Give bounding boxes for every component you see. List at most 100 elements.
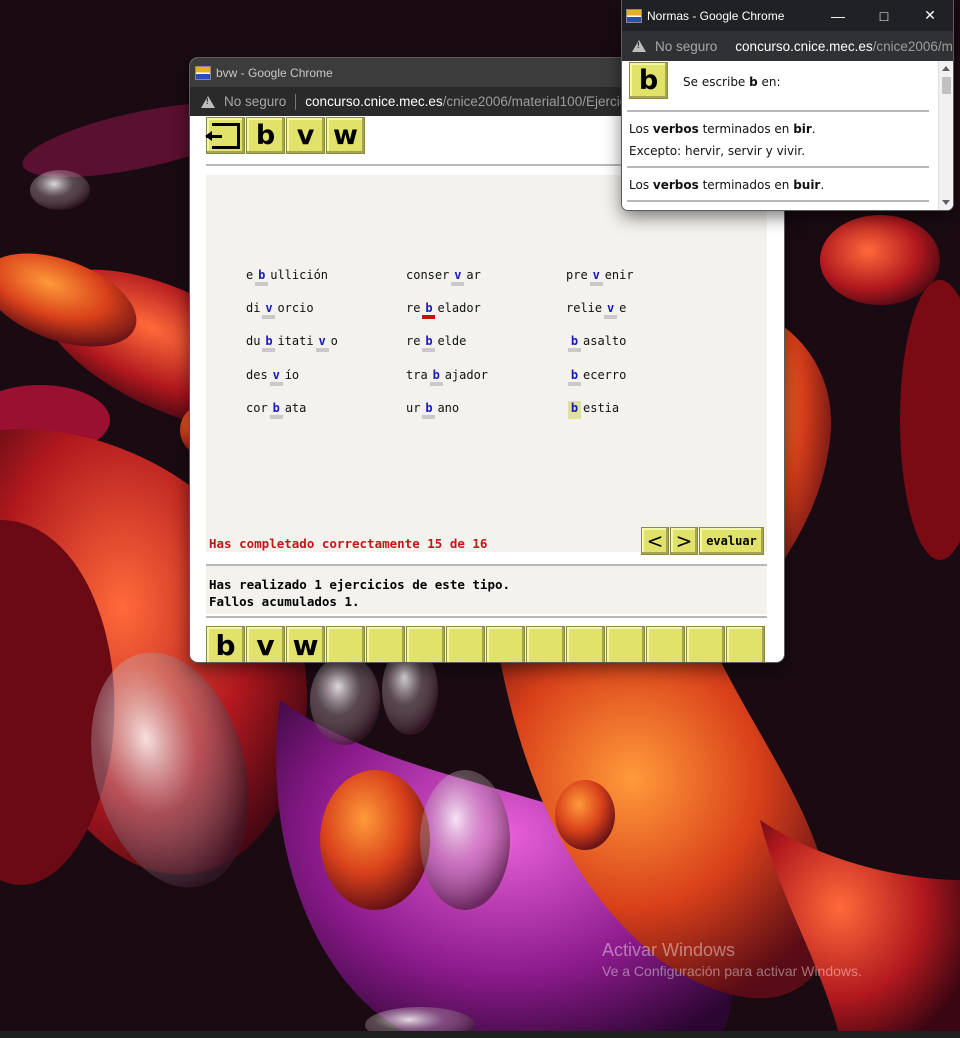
empty-key[interactable] xyxy=(726,626,765,662)
word-fragment: e xyxy=(246,268,254,282)
exercise-word: b ecerro xyxy=(566,368,626,386)
letter-slot[interactable]: v xyxy=(262,301,276,319)
not-secure-warning-icon[interactable] xyxy=(632,40,646,52)
heading-prefix: Se escribe xyxy=(683,75,750,89)
empty-key[interactable] xyxy=(686,626,725,662)
close-icon[interactable]: ✕ xyxy=(907,0,953,31)
letter-slot[interactable]: b xyxy=(568,334,581,352)
letter-slot[interactable]: b xyxy=(269,401,283,419)
letter-slot[interactable]: b xyxy=(255,268,269,286)
exercise-word: b asalto xyxy=(566,334,626,352)
popup-address-bar[interactable]: No seguro concurso.cnice.mec.es/cnice200… xyxy=(622,31,953,61)
exercise-word: conser v ar xyxy=(406,268,481,286)
exercise-word: re b elador xyxy=(406,301,481,319)
popup-url-host: concurso.cnice.mec.es xyxy=(735,38,873,54)
evaluate-button[interactable]: evaluar xyxy=(699,527,764,555)
rule-1-pre: Los xyxy=(629,122,653,136)
watermark-subtitle: Ve a Configuración para activar Windows. xyxy=(602,963,862,979)
rule-1-ending: bir xyxy=(793,122,812,136)
letter-key-v[interactable]: v xyxy=(286,117,325,154)
exercise-word: pre v enir xyxy=(566,268,634,286)
letter-slot[interactable]: b xyxy=(429,368,443,386)
bottom-key-b[interactable]: b xyxy=(206,626,245,662)
word-fragment: relie xyxy=(566,301,603,315)
word-fragment: des xyxy=(246,368,268,382)
letter-slot[interactable]: v xyxy=(315,334,329,352)
exercise-word: cor b ata xyxy=(246,401,306,419)
empty-key[interactable] xyxy=(406,626,445,662)
previous-button[interactable]: < xyxy=(641,527,669,555)
letter-slot[interactable]: b xyxy=(422,301,436,319)
letter-slot[interactable]: b xyxy=(422,334,436,352)
address-separator xyxy=(295,93,297,110)
empty-key[interactable] xyxy=(446,626,485,662)
letter-slot[interactable]: v xyxy=(589,268,603,286)
exercise-word: e b ullición xyxy=(246,268,328,286)
letter-slot[interactable]: v xyxy=(269,368,283,386)
letter-keyboard: bvw xyxy=(206,626,765,662)
not-secure-warning-icon[interactable] xyxy=(201,95,215,108)
empty-key[interactable] xyxy=(526,626,565,662)
word-fragment: du xyxy=(246,334,261,348)
rule-letter-badge: b xyxy=(629,62,668,99)
exercise-word: ur b ano xyxy=(406,401,459,419)
letter-slot[interactable]: v xyxy=(451,268,465,286)
word-fragment: cor xyxy=(246,401,268,415)
cnice-favicon-icon xyxy=(195,65,211,80)
letter-slot[interactable]: v xyxy=(604,301,618,319)
empty-key[interactable] xyxy=(366,626,405,662)
letter-key-b[interactable]: b xyxy=(246,117,285,154)
exercise-word: b estia xyxy=(566,401,619,419)
exercise-word: re b elde xyxy=(406,334,466,352)
letter-slot[interactable]: b xyxy=(568,368,581,386)
popup-title-bar[interactable]: Normas - Google Chrome — □ ✕ xyxy=(622,0,953,31)
bottom-key-v[interactable]: v xyxy=(246,626,285,662)
scroll-thumb[interactable] xyxy=(942,77,951,94)
letter-slot[interactable]: b xyxy=(262,334,276,352)
letter-slot[interactable]: b xyxy=(568,401,581,419)
word-fragment: conser xyxy=(406,268,450,282)
word-fragment: re xyxy=(406,334,421,348)
empty-key[interactable] xyxy=(646,626,685,662)
security-label: No seguro xyxy=(224,94,287,109)
letter-slot[interactable]: b xyxy=(422,401,436,419)
rule-1-mid: terminados en xyxy=(698,122,794,136)
exercises-done-text: Has realizado 1 ejercicios de este tipo. xyxy=(209,577,511,592)
exercise-word: relie v e xyxy=(566,301,626,319)
maximize-icon[interactable]: □ xyxy=(861,0,907,31)
letter-key-w[interactable]: w xyxy=(326,117,365,154)
scroll-down-icon[interactable] xyxy=(942,200,950,205)
exercise-word: di v orcio xyxy=(246,301,314,319)
rule-2-mid: terminados en xyxy=(698,178,794,192)
exit-button[interactable] xyxy=(204,117,245,154)
exercise-word: tra b ajador xyxy=(406,368,488,386)
bottom-divider xyxy=(206,616,767,618)
rule-2-ending: buir xyxy=(793,178,821,192)
empty-key[interactable] xyxy=(566,626,605,662)
next-button[interactable]: > xyxy=(670,527,698,555)
empty-key[interactable] xyxy=(326,626,365,662)
popup-window-title: Normas - Google Chrome xyxy=(647,8,785,23)
word-fragment: ecerro xyxy=(583,368,627,382)
rules-divider xyxy=(627,166,929,168)
word-fragment: ío xyxy=(284,368,300,382)
rules-heading: Se escribe b en: xyxy=(683,75,781,89)
word-fragment: ar xyxy=(466,268,481,282)
main-window-title: bvw - Google Chrome xyxy=(216,65,333,80)
bottom-key-w[interactable]: w xyxy=(286,626,325,662)
word-fragment: ano xyxy=(437,401,460,415)
popup-scrollbar[interactable] xyxy=(938,61,953,210)
watermark-title: Activar Windows xyxy=(602,940,736,960)
word-fragment: enir xyxy=(604,268,634,282)
word-fragment: elador xyxy=(437,301,481,315)
empty-key[interactable] xyxy=(486,626,525,662)
window-controls: — □ ✕ xyxy=(815,0,953,31)
url-path: /cnice2006/material100/Ejercicios xyxy=(442,94,644,109)
rules-popup-window: Normas - Google Chrome — □ ✕ No seguro c… xyxy=(622,0,953,210)
rule-1-post: . xyxy=(811,122,816,136)
word-fragment: o xyxy=(330,334,338,348)
scroll-up-icon[interactable] xyxy=(942,66,950,71)
minimize-icon[interactable]: — xyxy=(815,0,861,31)
exercise-word: du b itati v o xyxy=(246,334,338,352)
empty-key[interactable] xyxy=(606,626,645,662)
